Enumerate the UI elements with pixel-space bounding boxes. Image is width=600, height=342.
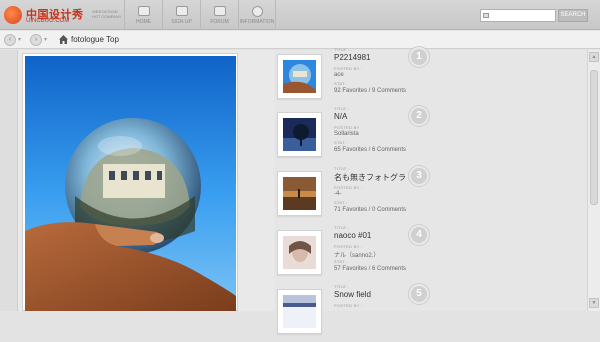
home-icon[interactable] bbox=[58, 34, 69, 45]
entry-user[interactable]: Sollarista bbox=[334, 131, 359, 137]
rank-badge: 5 bbox=[409, 284, 429, 304]
posted-by-label: POSTED BY : bbox=[334, 244, 363, 249]
entry-title[interactable]: 名も無きフォトグラ ... bbox=[334, 172, 415, 183]
featured-photo-frame bbox=[22, 53, 238, 311]
thumbnail[interactable] bbox=[277, 171, 322, 216]
forum-icon bbox=[214, 6, 226, 16]
ranking-list: TITLE : P2214981 POSTED BY : ace STAT : … bbox=[274, 47, 600, 334]
chevron-down-icon[interactable]: ▾ bbox=[44, 34, 47, 46]
main-nav: HOME SIGN UP FORUM INFORMATION bbox=[124, 0, 276, 30]
thumbnail-image bbox=[283, 295, 316, 328]
entry-title[interactable]: N/A bbox=[334, 112, 347, 121]
thumbnail-image bbox=[283, 177, 316, 210]
scrollbar[interactable]: ▲ ▼ bbox=[587, 50, 600, 311]
thumbnail[interactable] bbox=[277, 289, 322, 334]
entry-user[interactable]: -4- bbox=[334, 191, 341, 197]
chevron-down-icon[interactable]: ▾ bbox=[18, 34, 21, 46]
thumbnail-image bbox=[283, 236, 316, 269]
stat-label: STAT : bbox=[334, 259, 348, 264]
list-item[interactable]: TITLE : naoco #01 POSTED BY : ナル（sanno2.… bbox=[277, 225, 577, 283]
thumbnail[interactable] bbox=[277, 112, 322, 157]
breadcrumb-current[interactable]: fotologue Top bbox=[71, 35, 119, 44]
search-input[interactable] bbox=[481, 16, 555, 28]
home-icon bbox=[138, 6, 150, 16]
logo-icon bbox=[4, 6, 22, 24]
breadcrumb-bar: ‹ ▾ › ▾ fotologue Top bbox=[0, 31, 600, 49]
scroll-thumb[interactable] bbox=[590, 70, 598, 205]
nav-item-home[interactable]: HOME bbox=[124, 0, 162, 30]
rank-badge: 1 bbox=[409, 47, 429, 67]
thumbnail[interactable] bbox=[277, 230, 322, 275]
posted-by-label: POSTED BY : bbox=[334, 125, 363, 130]
top-bar: 中国设计秀 UINCBUG.COM WEB DESIGN HOT COMPANY… bbox=[0, 0, 600, 30]
entry-user[interactable]: ナル（sanno2.） bbox=[334, 250, 379, 259]
entry-stat: 65 Favorites / 6 Comments bbox=[334, 147, 407, 153]
rank-badge: 4 bbox=[409, 225, 429, 245]
info-icon bbox=[252, 6, 263, 17]
list-item[interactable]: TITLE : Snow field POSTED BY : 5 bbox=[277, 284, 577, 342]
thumbnail[interactable] bbox=[277, 54, 322, 99]
thumbnail-image bbox=[283, 60, 316, 93]
search-button[interactable]: SEARCH bbox=[558, 9, 588, 22]
thumbnail-image bbox=[283, 118, 316, 151]
posted-by-label: POSTED BY : bbox=[334, 303, 363, 308]
nav-item-information[interactable]: INFORMATION bbox=[238, 0, 276, 30]
stat-label: STAT : bbox=[334, 200, 348, 205]
title-label: TITLE : bbox=[334, 47, 350, 52]
entry-stat: 57 Favorites / 6 Comments bbox=[334, 266, 407, 272]
nav-label: HOME bbox=[136, 19, 151, 25]
site-logo[interactable]: 中国设计秀 UINCBUG.COM WEB DESIGN HOT COMPANY bbox=[4, 4, 124, 26]
back-button[interactable]: ‹ bbox=[4, 34, 16, 46]
title-label: TITLE : bbox=[334, 225, 350, 230]
search-scope-icon[interactable] bbox=[483, 13, 489, 18]
scroll-down-button[interactable]: ▼ bbox=[589, 298, 599, 308]
entry-stat: 92 Favorites / 9 Comments bbox=[334, 88, 407, 94]
posted-by-label: POSTED BY : bbox=[334, 185, 363, 190]
nav-item-signup[interactable]: SIGN UP bbox=[162, 0, 200, 30]
entry-user[interactable]: ace bbox=[334, 72, 344, 78]
entry-title[interactable]: Snow field bbox=[334, 290, 371, 299]
nav-label: FORUM bbox=[210, 19, 229, 25]
featured-photo[interactable] bbox=[25, 56, 236, 311]
left-rail bbox=[0, 50, 18, 311]
rank-badge: 3 bbox=[409, 166, 429, 186]
entry-title[interactable]: naoco #01 bbox=[334, 231, 371, 240]
posted-by-label: POSTED BY : bbox=[334, 66, 363, 71]
entry-title[interactable]: P2214981 bbox=[334, 53, 370, 62]
forward-button[interactable]: › bbox=[30, 34, 42, 46]
title-label: TITLE : bbox=[334, 166, 350, 171]
nav-label: SIGN UP bbox=[171, 19, 192, 25]
logo-tagline: WEB DESIGN HOT COMPANY bbox=[92, 9, 122, 19]
entry-stat: 71 Favorites / 0 Comments bbox=[334, 207, 407, 213]
rank-badge: 2 bbox=[409, 106, 429, 126]
nav-label: INFORMATION bbox=[239, 19, 275, 25]
list-item[interactable]: TITLE : P2214981 POSTED BY : ace STAT : … bbox=[277, 47, 577, 107]
stat-label: STAT : bbox=[334, 81, 348, 86]
title-label: TITLE : bbox=[334, 284, 350, 289]
featured-photo-panel bbox=[0, 50, 274, 311]
nav-item-forum[interactable]: FORUM bbox=[200, 0, 238, 30]
logo-subtext: UINCBUG.COM bbox=[26, 18, 70, 24]
list-item[interactable]: TITLE : N/A POSTED BY : Sollarista STAT … bbox=[277, 106, 577, 165]
title-label: TITLE : bbox=[334, 106, 350, 111]
stat-label: STAT : bbox=[334, 140, 348, 145]
search-input-wrapper bbox=[480, 9, 556, 28]
signup-icon bbox=[176, 6, 188, 16]
scroll-up-button[interactable]: ▲ bbox=[589, 52, 599, 62]
list-item[interactable]: TITLE : 名も無きフォトグラ ... POSTED BY : -4- ST… bbox=[277, 166, 577, 224]
